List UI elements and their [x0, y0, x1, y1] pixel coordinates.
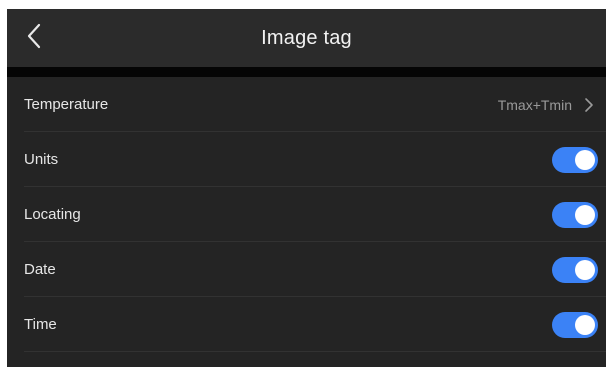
- units-row: Units: [7, 132, 606, 187]
- temperature-row[interactable]: Temperature Tmax+Tmin: [7, 77, 606, 132]
- page-title: Image tag: [261, 27, 352, 49]
- top-bar: Image tag: [7, 9, 606, 67]
- temperature-value: Tmax+Tmin: [497, 96, 572, 113]
- chevron-right-icon: [582, 96, 596, 114]
- locating-toggle-knob: [575, 204, 595, 225]
- temperature-label: Temperature: [24, 96, 109, 113]
- date-toggle-knob: [575, 259, 595, 280]
- date-toggle[interactable]: [552, 256, 598, 283]
- units-toggle-knob: [575, 149, 595, 170]
- units-toggle[interactable]: [552, 146, 598, 173]
- image-tag-screen: Image tag Temperature Tmax+Tmin Units Lo…: [7, 9, 606, 367]
- locating-toggle[interactable]: [552, 201, 598, 228]
- header-divider: [7, 67, 606, 77]
- settings-list: Temperature Tmax+Tmin Units Locating Dat…: [7, 77, 606, 352]
- date-label: Date: [24, 261, 56, 278]
- locating-label: Locating: [24, 206, 81, 223]
- time-toggle[interactable]: [552, 311, 598, 338]
- date-row: Date: [7, 242, 606, 297]
- time-label: Time: [24, 316, 57, 333]
- locating-row: Locating: [7, 187, 606, 242]
- time-row: Time: [7, 297, 606, 352]
- units-label: Units: [24, 151, 59, 168]
- time-toggle-knob: [575, 314, 595, 335]
